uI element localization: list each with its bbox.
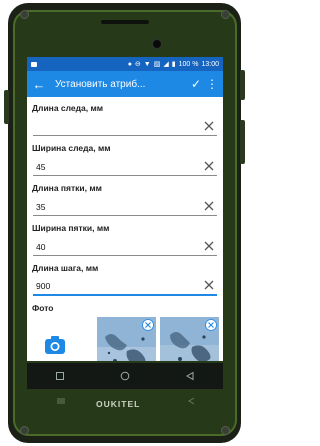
screw-bottom-left <box>20 426 29 435</box>
clear-icon[interactable] <box>203 120 215 132</box>
screw-bottom-right <box>221 426 230 435</box>
no-sim-icon: ▨ <box>153 61 161 68</box>
heel-width-field-wrapper <box>33 234 217 256</box>
remove-photo-icon[interactable] <box>205 319 217 331</box>
front-camera <box>152 39 162 49</box>
field-label-heel-length: Длина пятки, мм <box>32 183 102 193</box>
arrow-back-icon[interactable]: ← <box>31 77 47 92</box>
camera-icon[interactable] <box>44 335 66 355</box>
field-label-track-length: Длина следа, мм <box>32 103 104 113</box>
app-bar: ← Установить атриб... ✓ ⋮ <box>27 71 223 97</box>
track-length-field[interactable] <box>36 122 186 132</box>
dnd-icon: ⊖ <box>134 61 141 68</box>
side-button-right-top <box>240 70 245 100</box>
earpiece-speaker <box>101 20 149 24</box>
clear-icon[interactable] <box>203 200 215 212</box>
status-icons: ● ⊖ ▼ ▨ ◢ ▮ 100 % 13:00 <box>127 60 219 69</box>
photo-section-label: Фото <box>32 303 54 313</box>
field-label-track-width: Ширина следа, мм <box>32 143 111 153</box>
form: Длина следа, мм Ширина следа, мм Длина п… <box>27 102 223 361</box>
screw-top-left <box>20 10 29 19</box>
field-label-step-length: Длина шага, мм <box>32 263 99 273</box>
track-length-field-wrapper <box>33 114 217 136</box>
track-width-field-wrapper <box>33 154 217 176</box>
wifi-icon: ▼ <box>143 60 151 68</box>
check-icon[interactable]: ✓ <box>187 77 205 91</box>
location-icon: ● <box>127 60 132 68</box>
remove-photo-icon[interactable] <box>142 319 154 331</box>
clear-icon[interactable] <box>203 160 215 172</box>
heel-length-field-wrapper <box>33 194 217 216</box>
photo-thumbnail[interactable] <box>160 317 219 361</box>
back-icon[interactable] <box>185 371 195 381</box>
brand-logo: OUKITEL <box>96 399 141 409</box>
phone-screen: ● ⊖ ▼ ▨ ◢ ▮ 100 % 13:00 ← Установить атр… <box>27 57 223 361</box>
home-icon[interactable] <box>120 371 130 381</box>
screw-top-right <box>221 10 230 19</box>
clear-icon[interactable] <box>203 240 215 252</box>
more-vert-icon[interactable]: ⋮ <box>205 77 219 91</box>
photo-strip <box>32 317 219 361</box>
status-bar: ● ⊖ ▼ ▨ ◢ ▮ 100 % 13:00 <box>27 57 223 71</box>
step-length-field-wrapper <box>33 274 217 296</box>
side-button-right-bottom <box>240 120 245 164</box>
photo-thumbnail[interactable] <box>97 317 156 361</box>
track-width-field[interactable] <box>36 162 186 172</box>
side-button-left <box>4 90 9 124</box>
overview-icon[interactable] <box>55 371 65 381</box>
clear-icon[interactable] <box>203 279 215 291</box>
heel-width-field[interactable] <box>36 242 186 252</box>
battery-icon: ▮ <box>171 61 176 68</box>
hw-back-icon <box>188 397 195 405</box>
battery-percent: 100 % <box>178 60 199 68</box>
hw-menu-icon <box>57 398 65 404</box>
clock: 13:00 <box>201 60 219 68</box>
field-label-heel-width: Ширина пятки, мм <box>32 223 110 233</box>
signal-icon: ◢ <box>163 61 169 68</box>
step-length-field[interactable] <box>36 281 186 291</box>
notification-icon <box>31 61 37 67</box>
heel-length-field[interactable] <box>36 202 186 212</box>
page-title: Установить атриб... <box>55 78 146 90</box>
android-nav-bar <box>27 363 223 389</box>
